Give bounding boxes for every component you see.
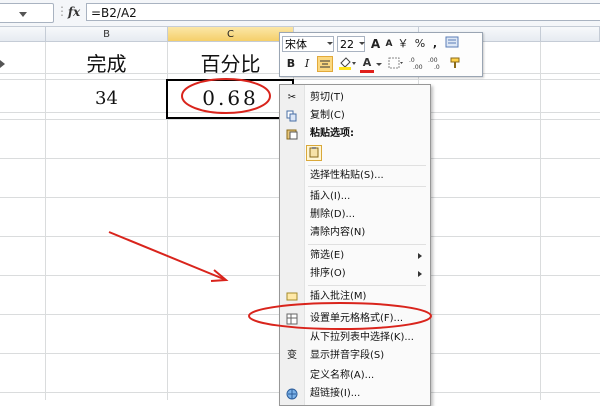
annotation-overlay-menu — [248, 302, 432, 330]
annotation-circle-format-cells — [248, 302, 432, 330]
